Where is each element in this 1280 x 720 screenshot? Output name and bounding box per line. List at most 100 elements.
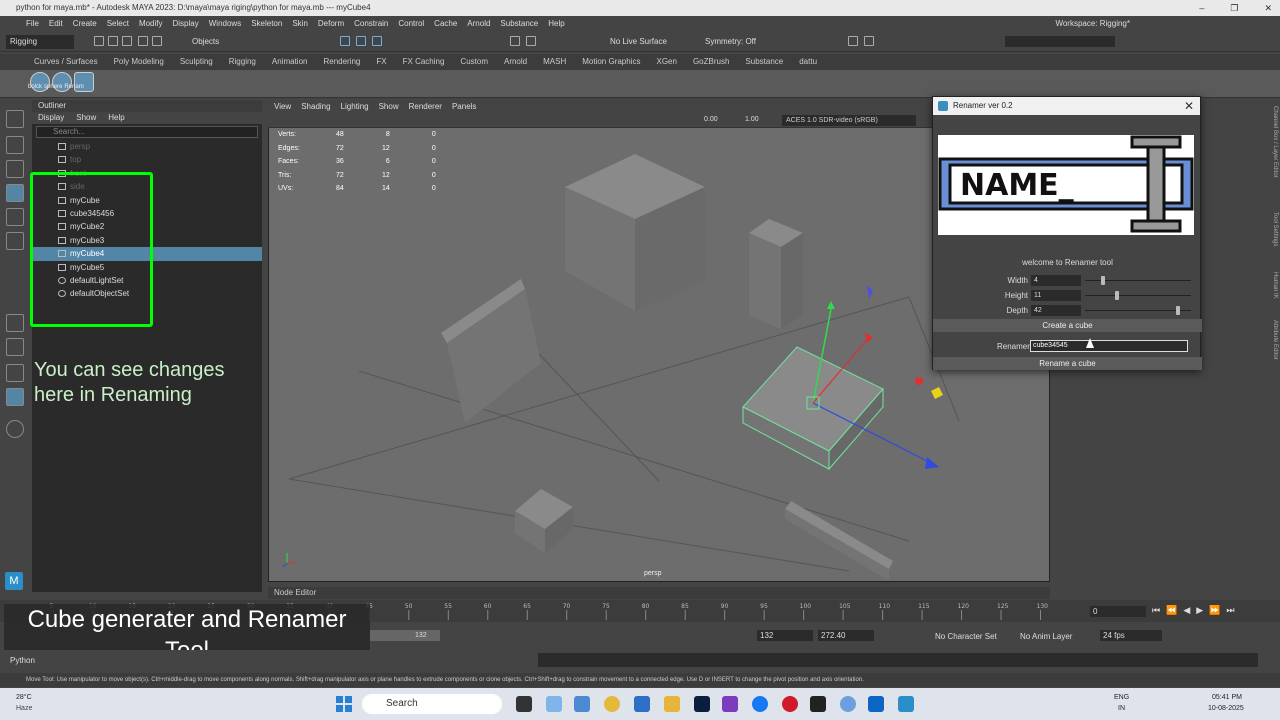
range-end-field[interactable]: 132 xyxy=(757,630,813,641)
play-forward-icon[interactable]: ▶ xyxy=(1196,605,1203,616)
depth-field[interactable]: 42 xyxy=(1031,305,1081,316)
tab-custom[interactable]: Custom xyxy=(460,54,488,70)
snap-curve-icon[interactable] xyxy=(356,36,366,46)
outliner-layout-icon[interactable] xyxy=(6,388,24,406)
select-tool-icon[interactable] xyxy=(6,110,24,128)
tab-rigging[interactable]: Rigging xyxy=(229,54,256,70)
browser-icon[interactable] xyxy=(840,696,856,712)
outliner-menu-show[interactable]: Show xyxy=(76,112,96,124)
pycharm-icon[interactable] xyxy=(810,696,826,712)
width-slider-handle[interactable] xyxy=(1100,276,1105,285)
taskbar-search[interactable]: Search xyxy=(362,694,502,714)
anim-layer-dropdown[interactable]: No Anim Layer xyxy=(1020,632,1072,641)
tab-xgen[interactable]: XGen xyxy=(656,54,676,70)
chrome-icon[interactable] xyxy=(604,696,620,712)
menu-create[interactable]: Create xyxy=(73,16,97,32)
outliner-menu-help[interactable]: Help xyxy=(108,112,124,124)
layout2-icon[interactable] xyxy=(864,36,874,46)
tab-fx-caching[interactable]: FX Caching xyxy=(403,54,445,70)
vp-menu-panels[interactable]: Panels xyxy=(452,100,476,113)
layout-icon[interactable] xyxy=(848,36,858,46)
open-scene-icon[interactable] xyxy=(108,36,118,46)
facebook-icon[interactable] xyxy=(752,696,768,712)
step-back-icon[interactable]: ⏪ xyxy=(1166,605,1177,616)
menu-file[interactable]: File xyxy=(26,16,39,32)
vp-menu-shading[interactable]: Shading xyxy=(301,100,330,113)
animation-end-field[interactable]: 272.40 xyxy=(818,630,874,641)
menu-deform[interactable]: Deform xyxy=(318,16,344,32)
photos-icon[interactable] xyxy=(574,696,590,712)
scale-tool-icon[interactable] xyxy=(6,232,24,250)
script-language-label[interactable]: Python xyxy=(10,656,35,665)
maximize-button[interactable]: ❐ xyxy=(1230,0,1238,16)
menu-constrain[interactable]: Constrain xyxy=(354,16,388,32)
vp-menu-show[interactable]: Show xyxy=(379,100,399,113)
tab-dattu[interactable]: dattu xyxy=(799,54,817,70)
menu-modify[interactable]: Modify xyxy=(139,16,163,32)
explorer-icon[interactable] xyxy=(664,696,680,712)
undo-icon[interactable] xyxy=(138,36,148,46)
menu-select[interactable]: Select xyxy=(107,16,129,32)
width-field[interactable]: 4 xyxy=(1031,275,1081,286)
onenote-icon[interactable] xyxy=(722,696,738,712)
menu-skin[interactable]: Skin xyxy=(292,16,308,32)
outliner-item[interactable]: top xyxy=(32,153,262,166)
tab-motion-graphics[interactable]: Motion Graphics xyxy=(582,54,640,70)
height-field[interactable]: 11 xyxy=(1031,290,1081,301)
human-ik-tab[interactable]: Human IK xyxy=(1268,272,1278,299)
photoshop-icon[interactable] xyxy=(694,696,710,712)
vp-menu-lighting[interactable]: Lighting xyxy=(341,100,369,113)
go-to-end-icon[interactable]: ⏭ xyxy=(1226,605,1234,616)
menu-windows[interactable]: Windows xyxy=(209,16,241,32)
weather-temp[interactable]: 28°C xyxy=(16,694,32,701)
search-icon[interactable] xyxy=(6,420,24,438)
depth-slider-track[interactable] xyxy=(1085,310,1191,311)
menu-set-dropdown[interactable]: Rigging xyxy=(6,35,74,49)
linkedin-icon[interactable] xyxy=(868,696,884,712)
rotate-tool-icon[interactable] xyxy=(6,208,24,226)
tab-gozbrush[interactable]: GoZBrush xyxy=(693,54,729,70)
rename-cube-button[interactable]: Rename a cube xyxy=(933,357,1202,370)
outliner-item[interactable]: persp xyxy=(32,140,262,153)
node-editor-tab[interactable]: Node Editor xyxy=(268,587,1050,599)
tab-animation[interactable]: Animation xyxy=(272,54,308,70)
fps-dropdown[interactable]: 24 fps xyxy=(1100,630,1162,641)
copilot-icon[interactable] xyxy=(546,696,562,712)
redo-icon[interactable] xyxy=(152,36,162,46)
character-set-dropdown[interactable]: No Character Set xyxy=(935,632,997,641)
single-view-icon[interactable] xyxy=(6,314,24,332)
tab-curves-surfaces[interactable]: Curves / Surfaces xyxy=(34,54,98,70)
play-back-icon[interactable]: ◀ xyxy=(1183,605,1190,616)
height-slider-track[interactable] xyxy=(1085,295,1191,296)
depth-slider-handle[interactable] xyxy=(1176,306,1181,315)
menu-display[interactable]: Display xyxy=(173,16,199,32)
exposure-field[interactable]: 0.00 xyxy=(704,116,718,123)
opera-icon[interactable] xyxy=(782,696,798,712)
close-button[interactable]: ✕ xyxy=(1264,0,1272,16)
tab-mash[interactable]: MASH xyxy=(543,54,566,70)
attribute-editor-tab[interactable]: Attribute Editor xyxy=(1268,320,1278,360)
tab-substance[interactable]: Substance xyxy=(745,54,783,70)
paint-select-icon[interactable] xyxy=(6,160,24,178)
script-result-field[interactable] xyxy=(538,653,1258,667)
color-space-dropdown[interactable]: ACES 1.0 SDR-video (sRGB) xyxy=(782,115,916,126)
tab-fx[interactable]: FX xyxy=(376,54,386,70)
vp-menu-view[interactable]: View xyxy=(274,100,291,113)
current-frame-field[interactable]: 0 xyxy=(1090,606,1146,617)
tool-settings-tab[interactable]: Tool Settings xyxy=(1268,212,1278,246)
tab-sculpting[interactable]: Sculpting xyxy=(180,54,213,70)
maya-home-icon[interactable]: M xyxy=(5,572,23,590)
outliner-search-input[interactable]: Search... xyxy=(36,126,258,138)
windows-start-icon[interactable] xyxy=(336,696,352,712)
clock-time[interactable]: 05:41 PM xyxy=(1212,694,1242,701)
snap-point-icon[interactable] xyxy=(372,36,382,46)
vp-menu-renderer[interactable]: Renderer xyxy=(409,100,442,113)
menu-control[interactable]: Control xyxy=(398,16,424,32)
snap-grid-icon[interactable] xyxy=(340,36,350,46)
four-view-icon[interactable] xyxy=(6,338,24,356)
tab-poly-modeling[interactable]: Poly Modeling xyxy=(114,54,164,70)
selection-mode-label[interactable]: Objects xyxy=(192,37,219,46)
menu-cache[interactable]: Cache xyxy=(434,16,457,32)
new-scene-icon[interactable] xyxy=(94,36,104,46)
render-icon[interactable] xyxy=(526,36,536,46)
